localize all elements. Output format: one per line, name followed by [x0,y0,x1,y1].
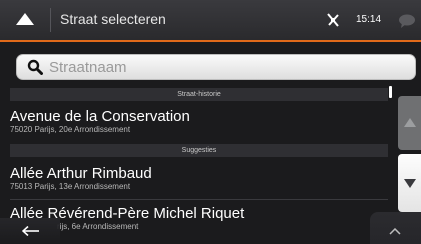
title-separator [50,8,51,32]
list-item[interactable]: Allée Arthur Rimbaud 75013 Parijs, 13e A… [10,165,388,192]
back-button[interactable] [0,218,60,244]
arrow-left-icon [22,226,39,236]
triangle-down-icon [404,179,416,188]
page-title: Straat selecteren [60,11,166,27]
street-detail: 75020 Parijs, 20e Arrondissement [10,125,131,134]
search-icon [27,59,43,75]
scroll-up-button[interactable] [398,96,421,150]
more-button[interactable] [370,212,421,244]
section-header-suggestions: Suggesties [10,144,388,157]
list-item[interactable]: Allée Révérend-Père Michel Riquet rijs, … [10,205,388,232]
chevron-up-icon [389,228,401,235]
section-header-history: Straat-historie [10,88,388,101]
street-detail: rijs, 6e Arrondissement [57,222,139,231]
accent-line [0,40,421,42]
street-name: Allée Révérend-Père Michel Riquet [10,205,245,222]
street-name: Allée Arthur Rimbaud [10,165,152,182]
title-bar: Straat selecteren 15:14 [0,0,421,40]
search-input[interactable] [49,57,409,77]
triangle-up-icon [404,118,416,127]
search-field[interactable] [16,54,416,80]
street-name: Avenue de la Conservation [10,108,190,125]
up-button[interactable] [0,0,50,40]
clock: 15:14 [356,14,382,25]
satellite-icon [327,13,339,27]
list-item[interactable]: Avenue de la Conservation 75020 Parijs, … [10,108,388,135]
chevron-up-icon [16,13,34,25]
scrollbar-thumb[interactable] [389,86,392,98]
scroll-down-button[interactable] [398,154,421,212]
speech-bubble-icon[interactable] [398,14,416,28]
row-divider [10,199,388,200]
street-detail: 75013 Parijs, 13e Arrondissement [10,182,131,191]
